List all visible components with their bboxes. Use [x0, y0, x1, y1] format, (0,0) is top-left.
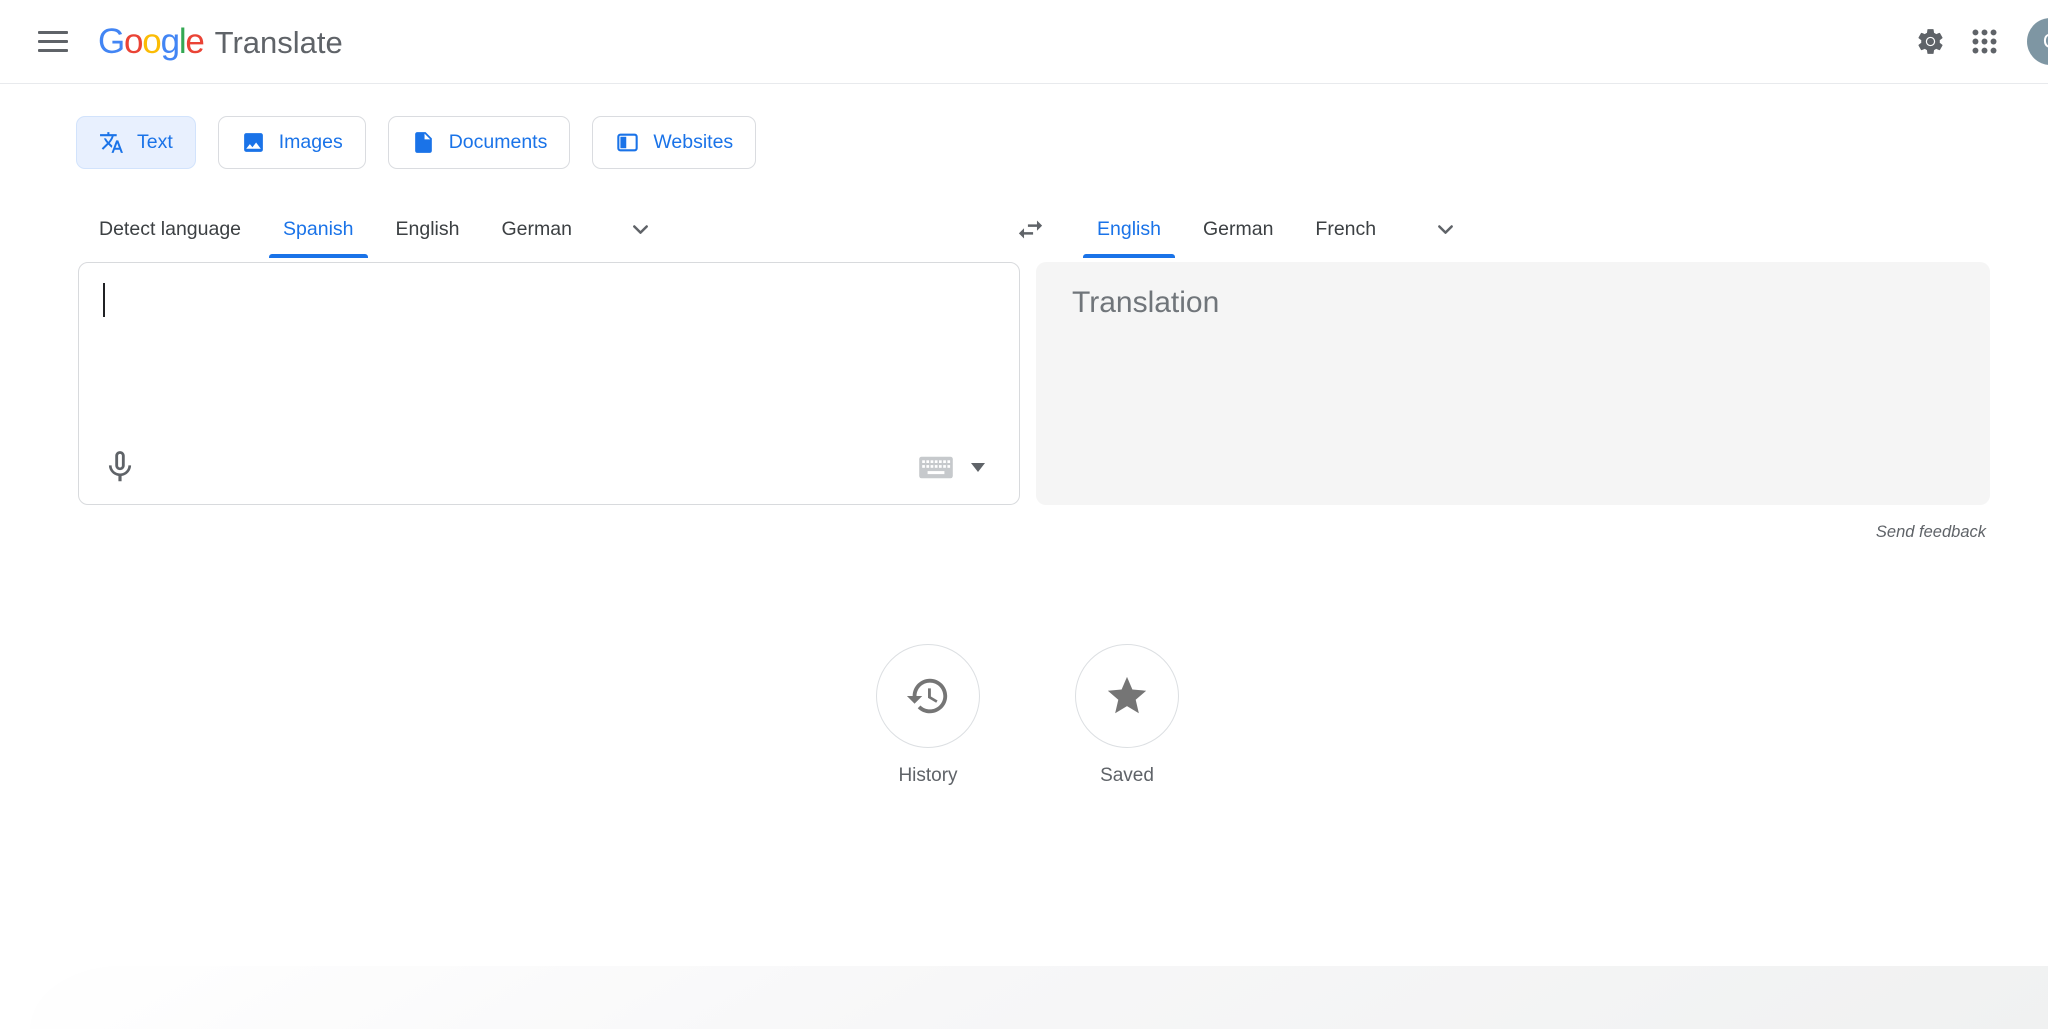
logo-letter: g: [161, 22, 179, 61]
source-lang-spanish[interactable]: Spanish: [262, 201, 374, 258]
logo-letter: o: [142, 22, 160, 61]
translate-icon: [99, 130, 124, 155]
google-logo: Google: [98, 22, 204, 62]
tab-images[interactable]: Images: [218, 116, 366, 169]
target-lang-french[interactable]: French: [1294, 201, 1397, 258]
swap-arrows-icon: [1015, 214, 1046, 245]
bottom-panel-edge: [30, 966, 2048, 1029]
target-lang-english[interactable]: English: [1076, 201, 1182, 258]
source-lang-detect[interactable]: Detect language: [78, 201, 262, 258]
tab-label: Websites: [653, 131, 733, 154]
target-language-bar: English German French: [1004, 201, 1471, 258]
tab-label: Text: [137, 131, 173, 154]
target-lang-german[interactable]: German: [1182, 201, 1294, 258]
settings-button[interactable]: [1903, 15, 1957, 69]
saved-label: Saved: [1100, 765, 1154, 787]
target-more-languages-button[interactable]: [1419, 201, 1471, 258]
app-header: Google Translate C: [0, 0, 2048, 84]
header-actions: C: [1903, 15, 2048, 69]
gear-icon: [1915, 26, 1946, 57]
microphone-icon: [101, 448, 139, 486]
logo-letter: e: [185, 22, 203, 61]
keyboard-icon: [918, 455, 954, 480]
translation-placeholder: Translation: [1072, 286, 1219, 320]
app-logo[interactable]: Google Translate: [98, 22, 343, 62]
history-icon: [905, 673, 951, 719]
history-label: History: [898, 765, 957, 787]
tab-text[interactable]: Text: [76, 116, 196, 169]
input-tools-button[interactable]: [918, 455, 985, 480]
translate-mode-tabs: Text Images Documents Websites: [76, 116, 756, 169]
tab-label: Documents: [449, 131, 548, 154]
history-shortcut: History: [876, 644, 980, 787]
image-icon: [241, 130, 266, 155]
google-apps-button[interactable]: [1957, 15, 2011, 69]
chevron-down-icon: [627, 216, 654, 243]
swap-languages-button[interactable]: [1004, 201, 1056, 258]
logo-letter: G: [98, 22, 124, 61]
text-cursor: [103, 283, 105, 317]
star-icon: [1104, 673, 1150, 719]
saved-button[interactable]: [1075, 644, 1179, 748]
apps-grid-icon: [1969, 26, 2000, 57]
shortcut-buttons: History Saved: [876, 644, 1179, 787]
chevron-down-icon: [1432, 216, 1459, 243]
voice-input-button[interactable]: [91, 438, 149, 496]
logo-letter: o: [124, 22, 142, 61]
product-title: Translate: [215, 25, 343, 61]
document-icon: [411, 130, 436, 155]
source-text-input[interactable]: [103, 281, 995, 424]
tab-websites[interactable]: Websites: [592, 116, 756, 169]
tab-label: Images: [279, 131, 343, 154]
saved-shortcut: Saved: [1075, 644, 1179, 787]
account-avatar[interactable]: C: [2027, 18, 2048, 65]
source-language-bar: Detect language Spanish English German: [78, 201, 667, 258]
source-lang-english[interactable]: English: [375, 201, 481, 258]
website-icon: [615, 130, 640, 155]
source-lang-german[interactable]: German: [480, 201, 592, 258]
source-more-languages-button[interactable]: [615, 201, 667, 258]
google-translate-page: Google Translate C: [0, 0, 2048, 1029]
history-button[interactable]: [876, 644, 980, 748]
source-text-panel[interactable]: [78, 262, 1020, 505]
input-tools-dropdown-icon: [971, 463, 985, 472]
send-feedback-link[interactable]: Send feedback: [1870, 522, 1992, 543]
main-menu-button[interactable]: [24, 13, 82, 71]
translation-panel: Translation: [1036, 262, 1990, 505]
tab-documents[interactable]: Documents: [388, 116, 571, 169]
